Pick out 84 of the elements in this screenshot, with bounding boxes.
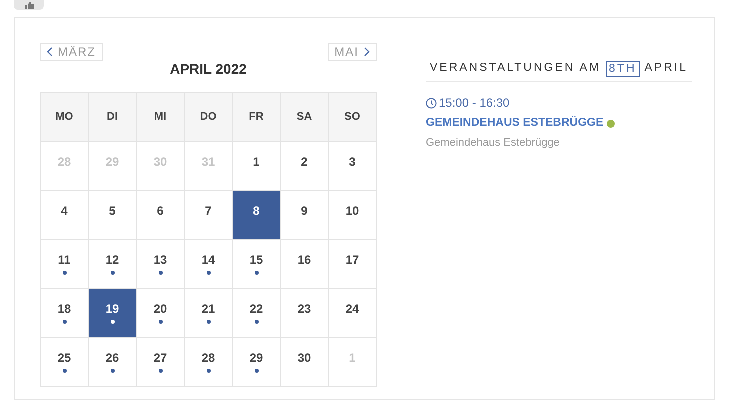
weekday-header: SA [281,93,329,142]
day-number: 4 [61,204,68,218]
calendar-day[interactable]: 24 [329,289,377,338]
day-number: 15 [250,253,264,267]
weekday-header: FR [233,93,281,142]
day-number: 30 [154,155,168,169]
day-number: 11 [58,253,71,267]
calendar-day[interactable]: 15 [233,240,281,289]
calendar-day[interactable]: 16 [281,240,329,289]
day-number: 13 [154,253,168,267]
calendar-day[interactable]: 18 [41,289,89,338]
calendar-day[interactable]: 11 [41,240,89,289]
calendar-day[interactable]: 27 [137,338,185,387]
event-location: Gemeindehaus Estebrügge [426,136,561,152]
calendar-day[interactable]: 21 [185,289,233,338]
day-number: 18 [58,302,72,316]
month-title: APRIL 2022 [169,60,248,79]
day-number: 8 [253,204,260,218]
day-number: 14 [202,253,216,267]
chevron-left-icon [47,47,53,57]
calendar-day[interactable]: 9 [281,191,329,240]
day-number: 17 [346,253,360,267]
day-number: 5 [109,204,116,218]
day-number: 2 [301,155,308,169]
day-number: 31 [202,155,216,169]
day-number: 1 [253,155,260,169]
like-button[interactable] [14,0,44,10]
calendar-day[interactable]: 14 [185,240,233,289]
day-number: 24 [346,302,360,316]
day-number: 28 [58,155,72,169]
day-number: 20 [154,302,168,316]
weekday-header: DI [89,93,137,142]
day-number: 26 [106,351,120,365]
weekday-header: DO [185,93,233,142]
thumbs-up-icon [24,2,34,8]
weekday-header: SO [329,93,377,142]
day-number: 21 [202,302,216,316]
day-number: 29 [250,351,264,365]
calendar-day[interactable]: 12 [89,240,137,289]
day-number: 6 [157,204,164,218]
clock-icon [426,98,437,108]
calendar-day[interactable]: 8 [233,191,281,240]
event-title-link[interactable]: GEMEINDEHAUS ESTEBRÜGGE [426,115,604,132]
calendar-day[interactable]: 5 [89,191,137,240]
chevron-right-icon [364,47,370,57]
calendar-day[interactable]: 26 [89,338,137,387]
day-number: 1 [349,351,356,365]
calendar-day[interactable]: 13 [137,240,185,289]
calendar-day[interactable]: 29 [233,338,281,387]
selected-day-label: 8TH [606,61,640,77]
day-number: 9 [301,204,308,218]
calendar-day[interactable]: 3 [329,142,377,191]
calendar-day[interactable]: 17 [329,240,377,289]
calendar-day[interactable]: 4 [41,191,89,240]
calendar-day[interactable]: 19 [89,289,137,338]
calendar-day[interactable]: 22 [233,289,281,338]
event-time: 15:00 - 16:30 [439,95,510,112]
day-number: 28 [202,351,216,365]
calendar-day[interactable]: 28 [185,338,233,387]
calendar-day[interactable]: 23 [281,289,329,338]
day-number: 12 [106,253,120,267]
calendar-day[interactable]: 10 [329,191,377,240]
day-number: 22 [250,302,264,316]
calendar-day[interactable]: 20 [137,289,185,338]
day-number: 23 [298,302,312,316]
calendar-day[interactable]: 30 [281,338,329,387]
calendar-day[interactable]: 6 [137,191,185,240]
weekday-header: MI [137,93,185,142]
calendar-day[interactable]: 25 [41,338,89,387]
day-number: 30 [298,351,312,365]
calendar-day[interactable]: 2 [281,142,329,191]
day-number: 16 [298,253,312,267]
day-number: 10 [346,204,360,218]
calendar-day[interactable]: 1 [233,142,281,191]
day-number: 7 [205,204,212,218]
weekday-header: MO [41,93,89,142]
day-number: 27 [154,351,168,365]
day-number: 25 [58,351,72,365]
day-number: 3 [349,155,356,169]
events-heading: VERANSTALTUNGEN AM [430,61,602,76]
calendar-day[interactable]: 7 [185,191,233,240]
events-heading-month: APRIL [644,61,688,76]
day-number: 19 [106,302,120,316]
day-number: 29 [106,155,120,169]
